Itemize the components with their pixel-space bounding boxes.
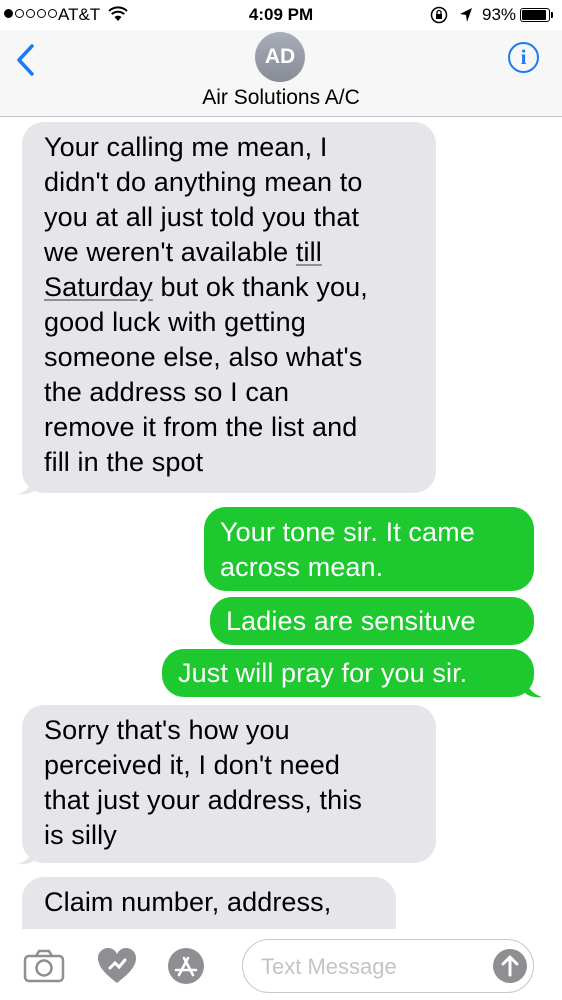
message-line: someone else, also what's bbox=[44, 342, 363, 372]
message-input-bar bbox=[0, 929, 562, 1000]
message-text-field[interactable] bbox=[242, 939, 534, 993]
message-line: fill in the spot bbox=[44, 447, 204, 477]
message-line: Ladies are sensituve bbox=[226, 606, 476, 636]
message-line: you at all just told you that bbox=[44, 202, 360, 232]
message-line-text: but ok thank you, bbox=[152, 272, 368, 302]
message-input[interactable] bbox=[259, 950, 483, 984]
incoming-message-bubble[interactable]: Claim number, address, bbox=[22, 877, 396, 929]
status-bar: AT&T 4:09 PM 93% bbox=[0, 0, 562, 34]
message-line: Sorry that's how you bbox=[44, 715, 290, 745]
battery-icon bbox=[520, 8, 550, 22]
contact-name[interactable]: Air Solutions A/C bbox=[0, 86, 562, 110]
location-arrow-icon bbox=[458, 6, 474, 29]
incoming-bubble-tail bbox=[18, 843, 36, 865]
message-line-text: we weren't available bbox=[44, 237, 296, 267]
digital-touch-button[interactable] bbox=[96, 946, 138, 986]
message-line: Just will pray for you sir. bbox=[178, 658, 468, 688]
app-store-button[interactable] bbox=[166, 946, 206, 986]
contact-avatar[interactable]: AD bbox=[255, 32, 305, 82]
incoming-bubble-tail bbox=[18, 473, 36, 495]
date-link[interactable]: Saturday bbox=[44, 272, 153, 302]
message-line: Your tone sir. It came bbox=[220, 517, 475, 547]
send-button[interactable] bbox=[493, 949, 527, 983]
info-button[interactable]: i bbox=[508, 42, 539, 73]
incoming-message-bubble[interactable]: Your calling me mean, I didn't do anythi… bbox=[22, 122, 436, 493]
battery-tip bbox=[551, 12, 553, 18]
message-list[interactable]: Your calling me mean, I didn't do anythi… bbox=[0, 117, 562, 929]
message-line: is silly bbox=[44, 820, 117, 850]
message-line: remove it from the list and bbox=[44, 412, 358, 442]
info-icon: i bbox=[520, 45, 527, 69]
arrow-up-icon bbox=[501, 955, 519, 977]
message-line: Saturday but ok thank you, bbox=[44, 270, 420, 305]
message-line: didn't do anything mean to bbox=[44, 167, 363, 197]
chevron-left-icon bbox=[17, 44, 34, 76]
message-line: across mean. bbox=[220, 552, 384, 582]
message-line: good luck with getting bbox=[44, 307, 306, 337]
clock: 4:09 PM bbox=[248, 5, 314, 24]
message-line: perceived it, I don't need bbox=[44, 750, 340, 780]
outgoing-message-bubble[interactable]: Just will pray for you sir. bbox=[162, 649, 534, 697]
camera-icon bbox=[23, 949, 65, 983]
outgoing-message-bubble[interactable]: Ladies are sensituve bbox=[210, 597, 534, 645]
camera-button[interactable] bbox=[22, 949, 66, 983]
outgoing-message-bubble[interactable]: Your tone sir. It came across mean. bbox=[204, 507, 534, 591]
app-store-icon bbox=[168, 948, 204, 984]
message-line: that just your address, this bbox=[44, 785, 362, 815]
message-line: the address so I can bbox=[44, 377, 290, 407]
incoming-message-bubble[interactable]: Sorry that's how you perceived it, I don… bbox=[22, 705, 436, 863]
conversation-header: AD Air Solutions A/C i bbox=[0, 30, 562, 117]
messages-screen: AT&T 4:09 PM 93% AD Air Solutions A/C i … bbox=[0, 0, 562, 1000]
outgoing-bubble-tail bbox=[524, 676, 542, 698]
rotation-lock-icon bbox=[430, 6, 448, 29]
message-line: we weren't available till bbox=[44, 235, 420, 270]
message-line: Your calling me mean, I bbox=[44, 132, 328, 162]
message-line: Claim number, address, bbox=[44, 887, 332, 917]
back-button[interactable] bbox=[12, 42, 42, 78]
date-link[interactable]: till bbox=[296, 237, 322, 267]
battery-percentage: 93% bbox=[482, 5, 517, 24]
heart-icon bbox=[98, 948, 136, 983]
